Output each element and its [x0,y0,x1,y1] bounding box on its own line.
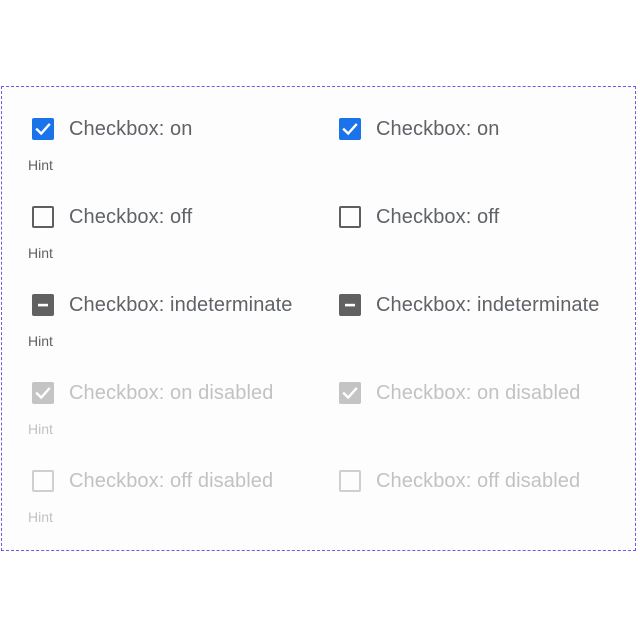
checkbox-off-disabled-right: Checkbox: off disabled [339,467,580,495]
checkbox-label: Checkbox: on [69,117,193,140]
checkbox-demo-panel: Checkbox: on Hint Checkbox: on Checkbox:… [1,86,636,551]
checkbox-off-left[interactable]: Checkbox: off [32,203,192,231]
checkbox-label: Checkbox: off disabled [69,469,274,492]
checkbox-label: Checkbox: indeterminate [376,293,600,316]
checkbox-on-left[interactable]: Checkbox: on [32,115,193,143]
minus-icon[interactable] [339,294,361,316]
hint-text: Hint [28,509,53,525]
checkbox-label: Checkbox: on disabled [376,381,581,404]
minus-icon[interactable] [32,294,54,316]
checkbox-indeterminate-right[interactable]: Checkbox: indeterminate [339,291,600,319]
checkbox-empty-icon [339,470,361,492]
checkbox-empty-icon[interactable] [32,206,54,228]
hint-text: Hint [28,245,53,261]
checkbox-off-right[interactable]: Checkbox: off [339,203,499,231]
check-icon [339,382,361,404]
checkbox-empty-icon [32,470,54,492]
checkbox-off-disabled-left: Checkbox: off disabled [32,467,273,495]
hint-text: Hint [28,333,53,349]
hint-text: Hint [28,421,53,437]
checkbox-empty-icon[interactable] [339,206,361,228]
checkbox-label: Checkbox: indeterminate [69,293,293,316]
checkbox-label: Checkbox: off disabled [376,469,581,492]
checkbox-label: Checkbox: off [376,205,500,228]
checkbox-label: Checkbox: off [69,205,193,228]
checkbox-indeterminate-left[interactable]: Checkbox: indeterminate [32,291,293,319]
check-icon[interactable] [32,118,54,140]
hint-text: Hint [28,157,53,173]
checkbox-label: Checkbox: on disabled [69,381,274,404]
checkbox-label: Checkbox: on [376,117,500,140]
checkbox-on-disabled-left: Checkbox: on disabled [32,379,273,407]
check-icon [32,382,54,404]
checkbox-on-disabled-right: Checkbox: on disabled [339,379,580,407]
check-icon[interactable] [339,118,361,140]
checkbox-on-right[interactable]: Checkbox: on [339,115,500,143]
